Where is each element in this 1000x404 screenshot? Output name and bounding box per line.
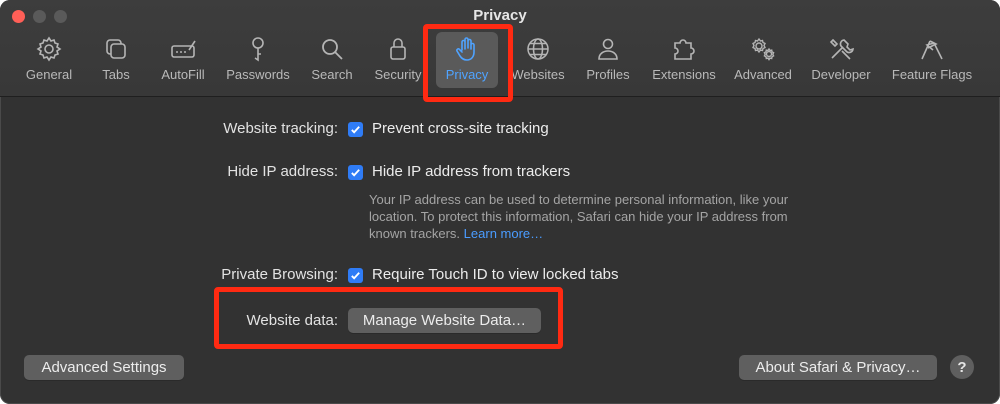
globe-icon <box>527 38 549 60</box>
prevent-tracking-checkbox[interactable] <box>348 122 363 137</box>
private-browsing-label: Private Browsing: <box>221 266 338 283</box>
window-title: Privacy <box>473 7 527 24</box>
about-safari-privacy-button[interactable]: About Safari & Privacy… <box>739 355 937 380</box>
tab-advanced[interactable]: Advanced <box>730 32 796 88</box>
lock-icon <box>390 38 406 60</box>
prevent-tracking-option[interactable]: Prevent cross-site tracking <box>372 120 549 137</box>
tab-label: Advanced <box>734 67 792 82</box>
tab-general[interactable]: General <box>18 32 80 88</box>
tab-label: Profiles <box>586 67 630 82</box>
checkmark-icon <box>351 272 360 280</box>
puzzle-icon <box>674 39 695 60</box>
tab-label: Extensions <box>652 67 716 82</box>
hide-ip-option[interactable]: Hide IP address from trackers <box>372 163 570 180</box>
website-data-highlight <box>214 287 563 349</box>
hide-ip-checkbox[interactable] <box>348 165 363 180</box>
privacy-settings-pane: Website tracking: Prevent cross-site tra… <box>0 97 1000 404</box>
tab-autofill[interactable]: AutoFill <box>152 32 214 88</box>
tab-label: Tabs <box>102 67 130 82</box>
tab-label: Websites <box>511 67 565 82</box>
tab-label: AutoFill <box>161 67 205 82</box>
gears-icon <box>752 37 775 61</box>
tools-icon <box>829 38 854 60</box>
gear-icon <box>36 36 62 62</box>
advanced-settings-button[interactable]: Advanced Settings <box>24 355 184 380</box>
touch-id-option[interactable]: Require Touch ID to view locked tabs <box>372 266 619 283</box>
tab-developer[interactable]: Developer <box>806 32 876 88</box>
touch-id-checkbox[interactable] <box>348 268 363 283</box>
search-icon <box>322 39 343 60</box>
tab-label: Developer <box>811 67 871 82</box>
person-icon <box>598 38 618 60</box>
privacy-tab-highlight <box>423 24 513 102</box>
help-button[interactable]: ? <box>950 355 974 379</box>
tab-feature-flags[interactable]: Feature Flags <box>886 32 978 88</box>
tab-label: General <box>25 67 73 82</box>
preferences-window: Privacy General Tabs AutoFill Passwords … <box>0 0 1000 404</box>
title-bar: Privacy General Tabs AutoFill Passwords … <box>0 0 1000 102</box>
autofill-icon <box>171 40 196 58</box>
tab-websites[interactable]: Websites <box>506 32 570 88</box>
tab-label: Security <box>374 67 422 82</box>
tab-label: Passwords <box>226 67 290 82</box>
checkmark-icon <box>351 169 360 177</box>
tab-extensions[interactable]: Extensions <box>646 32 722 88</box>
hide-ip-description-text: Your IP address can be used to determine… <box>369 192 789 241</box>
checkmark-icon <box>351 126 360 134</box>
flags-icon <box>921 40 943 60</box>
tab-search[interactable]: Search <box>304 32 360 88</box>
hide-ip-description: Your IP address can be used to determine… <box>369 191 799 242</box>
tab-label: Feature Flags <box>891 67 973 82</box>
tab-passwords[interactable]: Passwords <box>222 32 294 88</box>
tab-tabs[interactable]: Tabs <box>90 32 142 88</box>
tab-security[interactable]: Security <box>368 32 428 88</box>
key-icon <box>252 37 264 62</box>
hide-ip-label: Hide IP address: <box>227 163 338 180</box>
tab-label: Search <box>311 67 353 82</box>
tab-profiles[interactable]: Profiles <box>578 32 638 88</box>
tabs-icon <box>106 39 126 59</box>
learn-more-link[interactable]: Learn more… <box>464 226 543 241</box>
website-tracking-label: Website tracking: <box>223 120 338 137</box>
